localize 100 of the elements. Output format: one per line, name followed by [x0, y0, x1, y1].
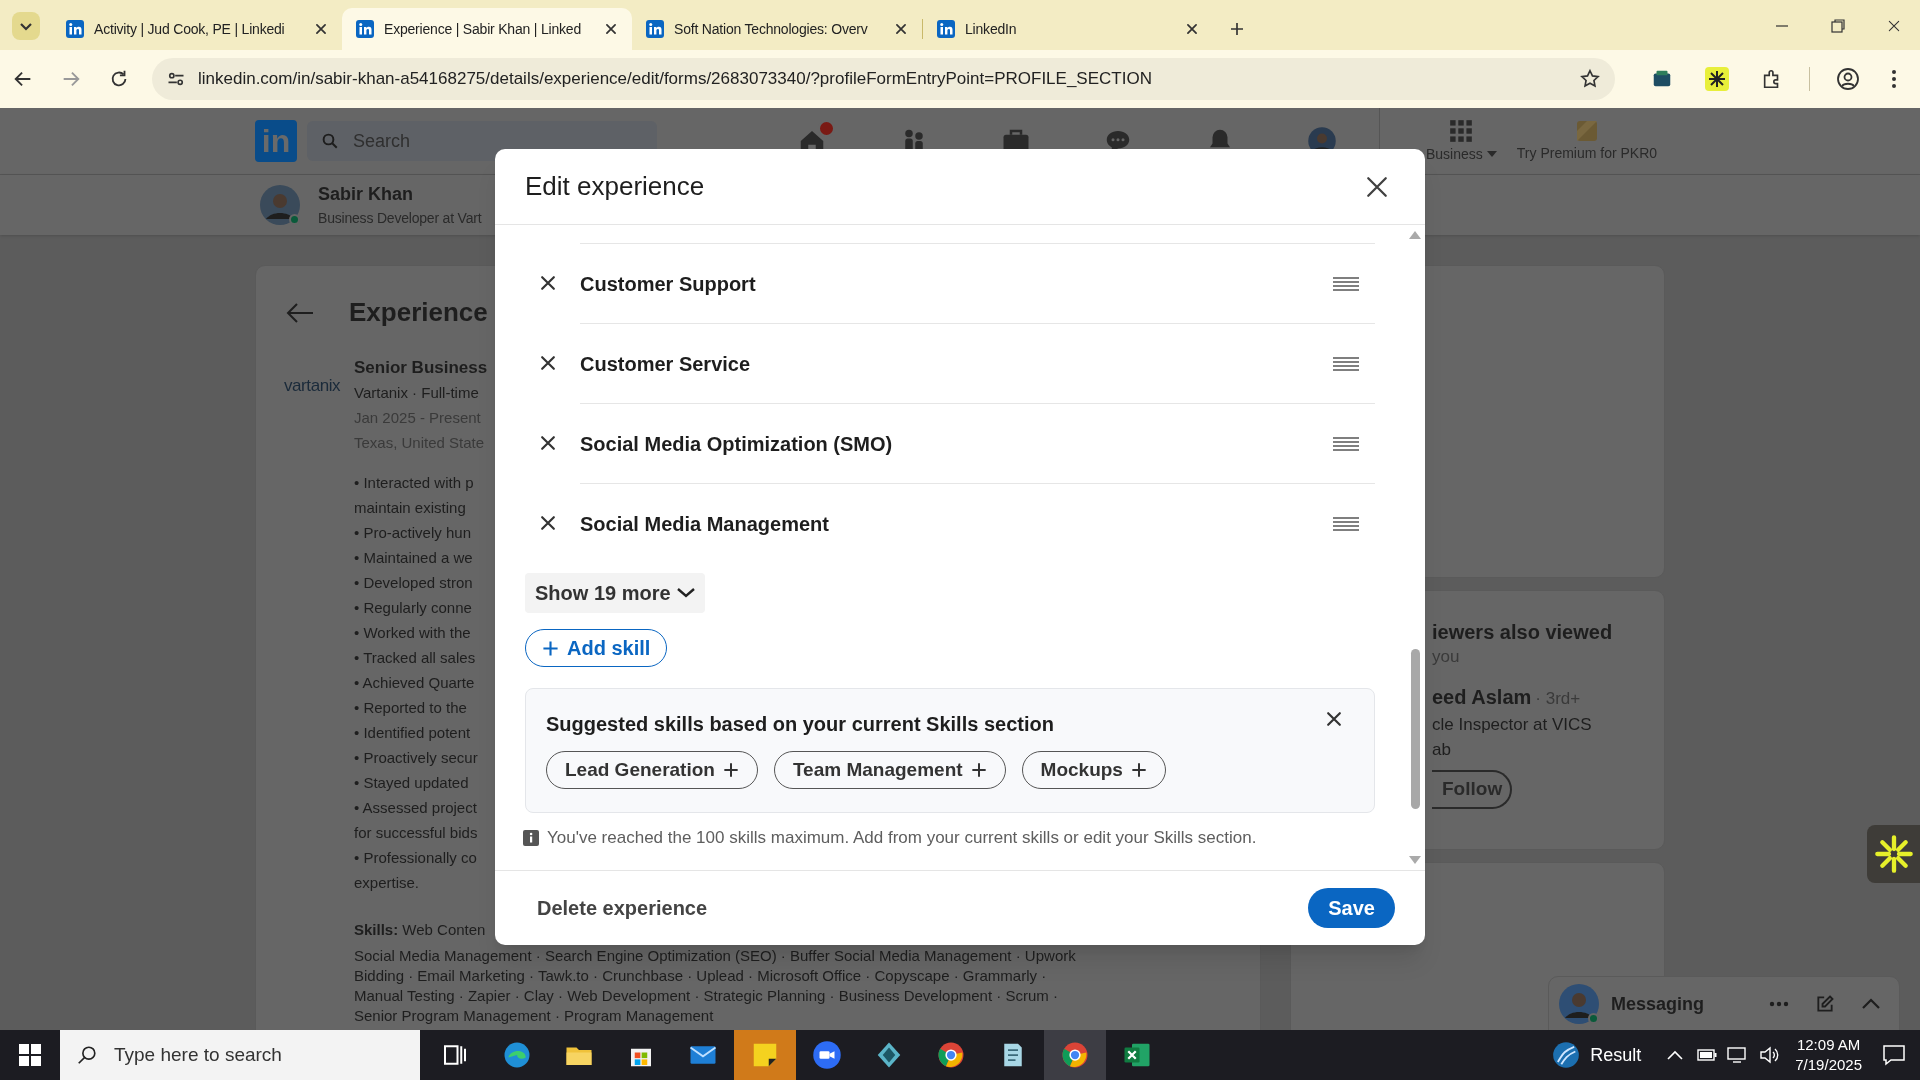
- tab-list-icon[interactable]: [12, 12, 40, 40]
- caret-down-icon[interactable]: [1486, 151, 1497, 157]
- profile-name: Sabir Khan: [318, 183, 415, 206]
- linkedin-icon: [66, 20, 84, 38]
- section-title: Experience: [349, 296, 488, 329]
- address-bar[interactable]: linkedin.com/in/sabir-khan-a54168275/details/experience/edit/forms/2683073340/?profileFormEntryPoint=PROFILE_SECTION: [152, 58, 1615, 100]
- profile-icon[interactable]: [1836, 67, 1860, 91]
- browser-icon: [502, 1040, 532, 1070]
- linkedin-icon: [937, 20, 955, 38]
- browser-tab[interactable]: LinkedIn: [923, 8, 1213, 50]
- description-line: • Reported to the: [354, 698, 468, 718]
- delete-experience-button[interactable]: Delete experience: [525, 888, 720, 928]
- close-icon[interactable]: [314, 22, 328, 36]
- person-headline: cle Inspector at VICS: [1432, 714, 1593, 736]
- plus-icon: [542, 639, 559, 657]
- skills-line: Skills: Web Conten: [354, 920, 487, 940]
- drag-handle-icon[interactable]: [1333, 356, 1359, 371]
- browser-tab[interactable]: Soft Nation Technologies: Overv: [632, 8, 922, 50]
- drag-handle-icon[interactable]: [1333, 436, 1359, 451]
- description-line: • Professionally co: [354, 848, 478, 868]
- description-line: • Proactively secur: [354, 748, 479, 768]
- profile-headline: Business Developer at Vart: [318, 209, 482, 228]
- plus-icon: [1130, 762, 1147, 778]
- description-line: • Interacted with p: [354, 473, 475, 493]
- skills-line: Social Media Management · Search Engine Optimization (SEO) · Buffer Social Media Management · Upwork: [354, 946, 1076, 966]
- description-line: • Developed stron: [354, 573, 474, 593]
- chevron-down-icon: [676, 588, 695, 598]
- suggestions-title: Suggested skills based on your current Skills section: [546, 712, 1054, 737]
- company-name: Vartanix · Full-time: [354, 383, 480, 403]
- avatar: [1559, 984, 1599, 1024]
- skill-name: Social Media Optimization (SMO): [580, 431, 893, 457]
- save-button[interactable]: Save: [1308, 888, 1395, 928]
- description-line: • Stayed updated: [354, 773, 470, 793]
- sparkle-icon: [1874, 834, 1914, 874]
- close-icon[interactable]: [604, 22, 618, 36]
- browser-tab[interactable]: Activity | Jud Cook, PE | Linkedi: [52, 8, 342, 50]
- close-icon: [538, 513, 558, 533]
- notifications-icon[interactable]: [1882, 1044, 1906, 1066]
- grid-icon[interactable]: [1448, 117, 1475, 144]
- description-line: • Identified potent: [354, 723, 472, 743]
- search-icon: [76, 1044, 98, 1066]
- description-line: • Worked with the: [354, 623, 472, 643]
- close-icon[interactable]: [1324, 709, 1344, 729]
- close-icon: [538, 273, 558, 293]
- extension-icon[interactable]: [1705, 67, 1729, 91]
- skill-name: Customer Service: [580, 351, 751, 377]
- plus-icon: [722, 762, 739, 778]
- taskbar-search-field[interactable]: Type here to search: [60, 1030, 420, 1080]
- sidebar-heading: iewers also viewed: [1432, 620, 1613, 645]
- bookmark-star-icon[interactable]: [1579, 68, 1601, 90]
- skills-line: Senior Program Management · Program Management: [354, 1006, 715, 1026]
- skill-name: Customer Support: [580, 271, 756, 297]
- clock-time[interactable]: 12:09 AM: [1796, 1035, 1861, 1055]
- close-icon[interactable]: [1185, 22, 1199, 36]
- back-arrow-icon[interactable]: [285, 300, 315, 325]
- description-line: • Achieved Quarte: [354, 673, 476, 693]
- compose-icon[interactable]: [1815, 994, 1835, 1014]
- scrollbar-thumb[interactable]: [1410, 649, 1420, 809]
- new-tab-icon[interactable]: [1229, 21, 1245, 37]
- description-line: • Maintained a we: [354, 548, 474, 568]
- weather-text[interactable]: Result: [1590, 1041, 1642, 1069]
- description-line: expertise.: [354, 873, 421, 893]
- skills-line: Bidding · Email Marketing · Tawk.to · Crunchbase · Uplead · Microsoft Office · Copyscape · Grammarly ·: [354, 966, 1048, 986]
- search-icon: [321, 132, 339, 150]
- taskbar-app[interactable]: [1044, 1030, 1106, 1080]
- description-line: • Regularly conne: [354, 598, 473, 618]
- close-icon[interactable]: [894, 22, 908, 36]
- info-icon: [523, 829, 539, 846]
- show-more-button[interactable]: Show 19 more: [525, 573, 705, 613]
- info-message: You've reached the 100 skills maximum. Add from your current skills or edit your Skills section.: [547, 827, 1257, 849]
- volume-icon[interactable]: [1759, 1046, 1780, 1064]
- description-line: • Assessed project: [354, 798, 478, 818]
- skill-name: Social Media Management: [580, 511, 829, 537]
- windows-start-icon[interactable]: [19, 1044, 41, 1066]
- description-line: • Pro-actively hun: [354, 523, 472, 543]
- close-icon: [538, 433, 558, 453]
- chrome-icon: [936, 1040, 966, 1070]
- drag-handle-icon[interactable]: [1333, 516, 1359, 531]
- linkedin-icon: [646, 20, 664, 38]
- restore-icon[interactable]: [1830, 18, 1846, 34]
- assistant-button[interactable]: [1867, 825, 1920, 883]
- description-line: • Tracked all sales: [354, 648, 477, 668]
- plus-icon: [970, 762, 987, 778]
- chrome-icon: [1060, 1040, 1090, 1070]
- person-location: ab: [1432, 739, 1452, 761]
- close-icon[interactable]: [1886, 18, 1902, 34]
- skills-line: Manual Testing · Zapier · Clay · Web Development · Strategic Planning · Business Development · Scrum ·: [354, 986, 1059, 1006]
- drag-handle-icon[interactable]: [1333, 276, 1359, 291]
- browser-tab[interactable]: Experience | Sabir Khan | Linked: [342, 8, 632, 50]
- weather-icon[interactable]: [1552, 1041, 1581, 1069]
- description-line: maintain existing: [354, 498, 467, 518]
- linkedin-icon: [356, 20, 374, 38]
- position-title: Senior Business: [354, 357, 489, 379]
- dialog-title: Edit experience: [525, 170, 705, 203]
- description-line: for successful bids: [354, 823, 479, 843]
- video-app-icon: [812, 1040, 842, 1070]
- messaging-label: Messaging: [1611, 992, 1706, 1016]
- clock-date[interactable]: 7/19/2025: [1795, 1055, 1862, 1075]
- battery-icon[interactable]: [1697, 1048, 1718, 1062]
- close-icon: [538, 353, 558, 373]
